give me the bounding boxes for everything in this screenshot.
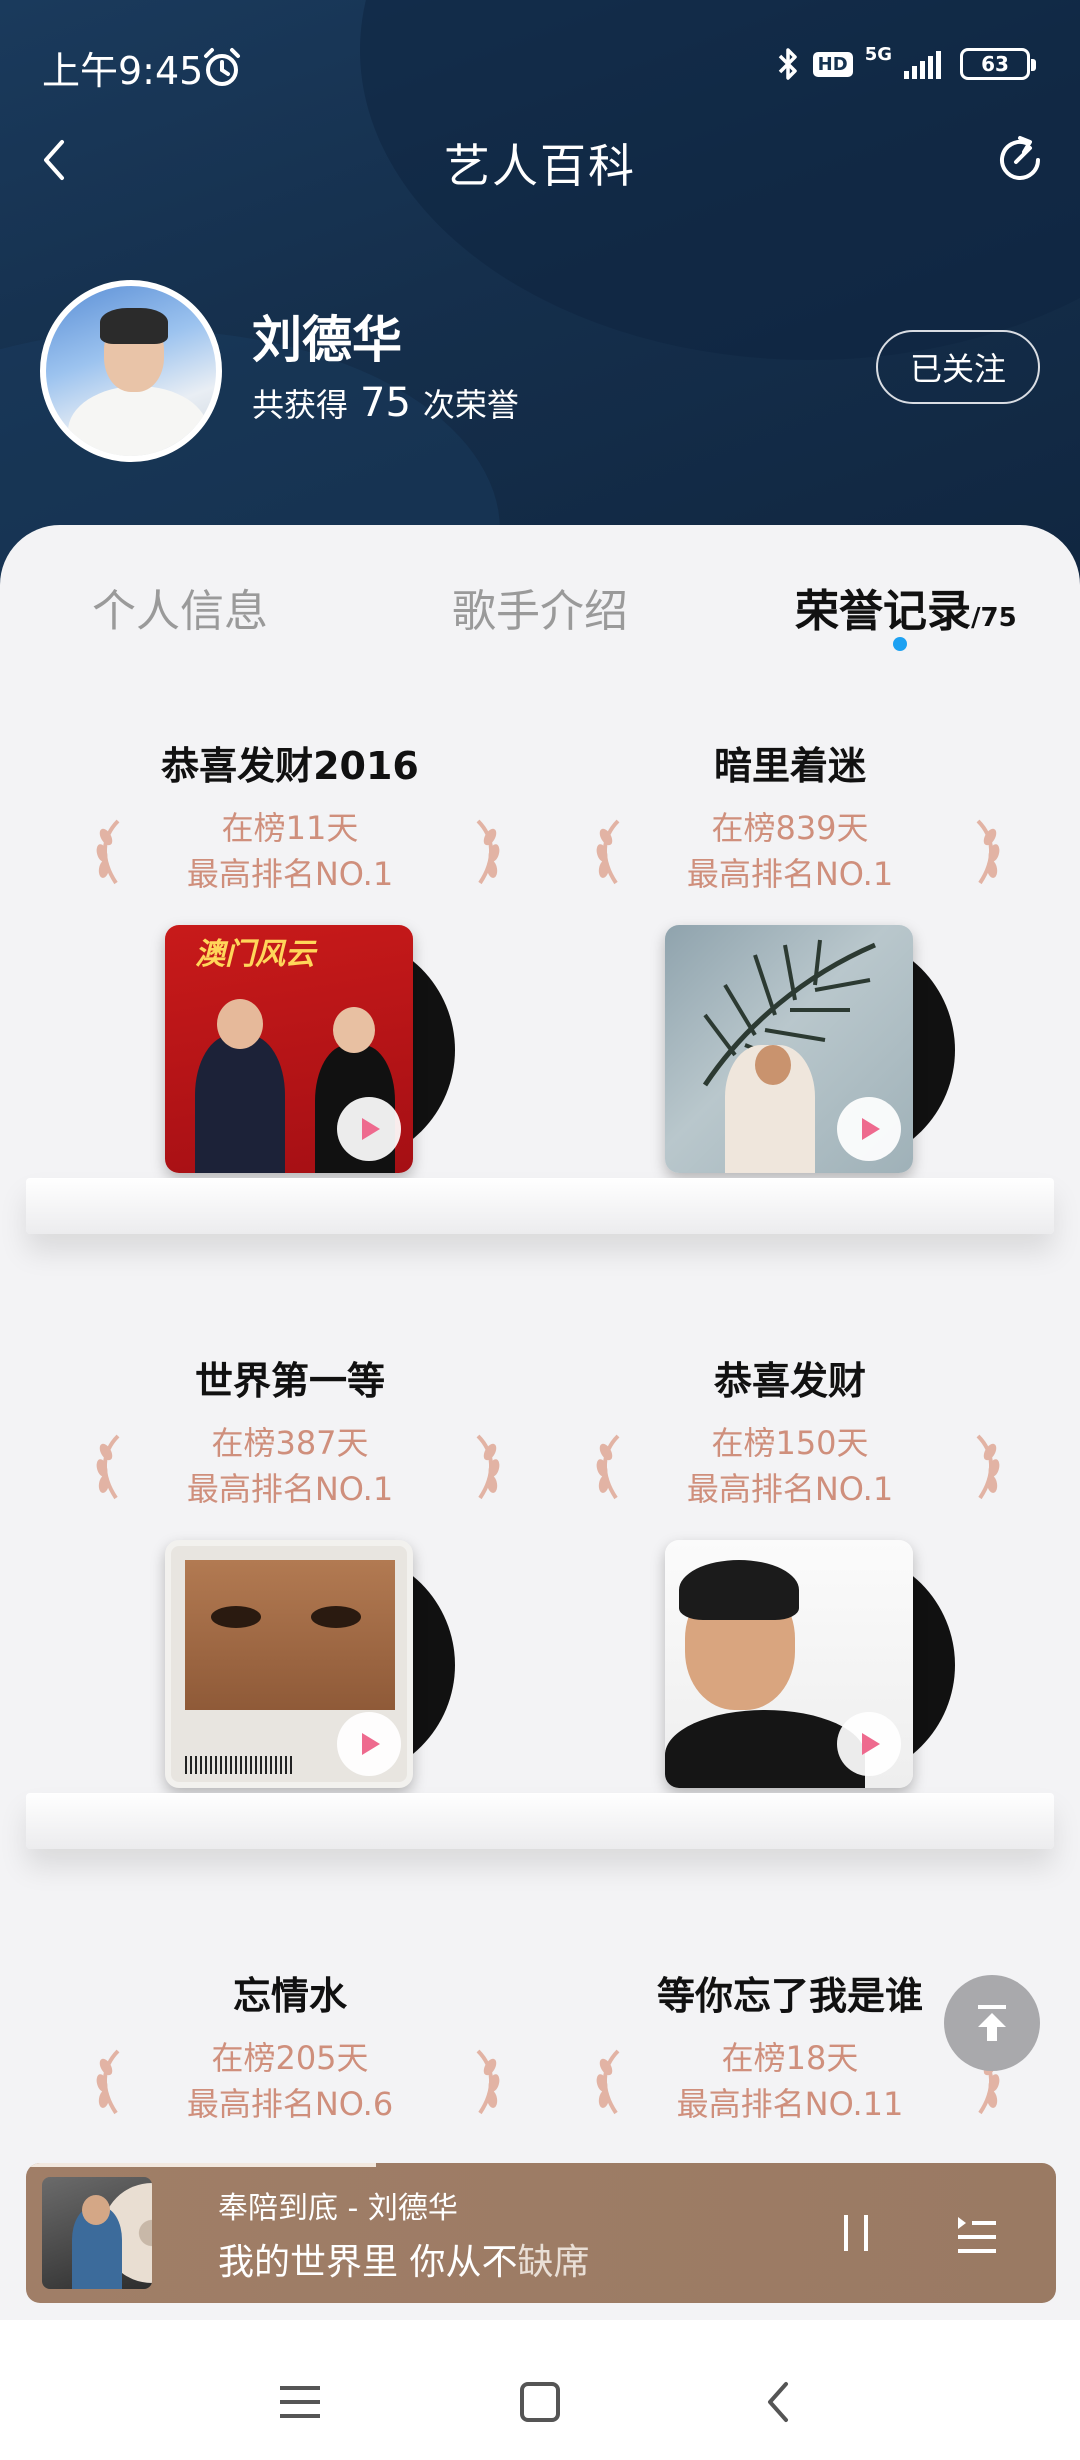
tab-label: 荣誉记录 (795, 586, 971, 637)
song-title: 忘情水 (232, 1974, 347, 2018)
days-on-chart: 在榜387天 (211, 1424, 369, 1462)
honor-stats: 在榜150天 最高排名NO.1 (540, 1420, 1040, 1512)
song-title: 世界第一等 (194, 1359, 385, 1403)
tab-personal-info[interactable]: 个人信息 (92, 575, 268, 639)
shelf (26, 1793, 1054, 1849)
lyric-dim: 缺席 (517, 2242, 590, 2283)
tab-honor-records[interactable]: 荣誉记录/75 (795, 575, 1017, 639)
tab-label: 歌手介绍 (452, 586, 628, 637)
status-indicators: HD 5G 63 (775, 44, 1036, 84)
laurel-icon (476, 1434, 500, 1500)
honor-stats: 在榜205天 最高排名NO.6 (40, 2035, 540, 2127)
now-playing-title: 奉陪到底 - 刘德华 (218, 2191, 458, 2226)
artist-profile: 刘德华 共获得 75 次荣誉 已关注 (40, 280, 1040, 462)
honor-item[interactable]: 恭喜发财2016 在榜11天 最高排名NO.1 澳门风云 (40, 735, 540, 1235)
menu-icon[interactable] (270, 2372, 330, 2432)
active-tab-indicator (893, 637, 907, 651)
now-playing-artwork[interactable] (42, 2177, 152, 2289)
follow-button[interactable]: 已关注 (876, 330, 1040, 404)
play-button[interactable] (337, 1712, 401, 1776)
nav-bar: 艺人百科 (0, 120, 1080, 210)
peak-rank: 最高排名NO.1 (686, 1470, 894, 1508)
play-icon (362, 1118, 380, 1140)
play-button[interactable] (837, 1097, 901, 1161)
days-on-chart: 在榜839天 (711, 809, 869, 847)
laurel-icon (976, 1434, 1000, 1500)
play-button[interactable] (337, 1097, 401, 1161)
battery-level: 63 (981, 52, 1009, 76)
days-on-chart: 在榜11天 (221, 809, 359, 847)
laurel-icon (476, 2049, 500, 2115)
back-to-top-icon (978, 2005, 1006, 2041)
play-icon (862, 1118, 880, 1140)
cover-art-text: 澳门风云 (195, 937, 315, 972)
alarm-icon (204, 48, 240, 86)
lyric-main: 我的世界里 你从不 (218, 2242, 518, 2283)
playlist-icon[interactable] (944, 2203, 1004, 2263)
shelf (26, 1178, 1054, 1234)
system-navigation-bar (0, 2320, 1080, 2460)
artist-avatar[interactable] (40, 280, 222, 462)
days-on-chart: 在榜150天 (711, 1424, 869, 1462)
honor-suffix: 次荣誉 (422, 386, 519, 424)
album-cover-wrap[interactable] (665, 925, 955, 1175)
honor-stats: 在榜387天 最高排名NO.1 (40, 1420, 540, 1512)
album-cover-wrap[interactable] (665, 1540, 955, 1790)
tab-count: /75 (971, 603, 1017, 633)
signal-icon (904, 51, 941, 79)
back-to-top-button[interactable] (944, 1975, 1040, 2071)
song-title: 恭喜发财 (713, 1359, 866, 1403)
days-on-chart: 在榜205天 (211, 2039, 369, 2077)
honor-item[interactable]: 世界第一等 在榜387天 最高排名NO.1 (40, 1350, 540, 1850)
peak-rank: 最高排名NO.1 (186, 855, 394, 893)
page-title: 艺人百科 (444, 139, 636, 193)
peak-rank: 最高排名NO.6 (186, 2085, 394, 2123)
peak-rank: 最高排名NO.1 (686, 855, 894, 893)
honor-summary: 共获得 75 次荣誉 (252, 380, 519, 426)
artist-name: 刘德华 (252, 311, 402, 369)
album-cover-wrap[interactable]: 澳门风云 (165, 925, 455, 1175)
play-icon (862, 1733, 880, 1755)
peak-rank: 最高排名NO.1 (186, 1470, 394, 1508)
now-playing-lyric: 我的世界里 你从不缺席 (218, 2233, 589, 2285)
tab-label: 个人信息 (92, 586, 268, 637)
status-bar: 上午9:45 HD 5G 63 (0, 0, 1080, 130)
header: 上午9:45 HD 5G 63 艺人百科 刘德华 共获得 75 次荣誉 已关注 (0, 0, 1080, 600)
honor-item[interactable]: 暗里着迷 在榜839天 最高排名NO.1 (540, 735, 1040, 1235)
mini-player[interactable]: 奉陪到底 - 刘德华 我的世界里 你从不缺席 (26, 2163, 1056, 2303)
playback-progress (26, 2163, 377, 2167)
honor-count: 75 (360, 380, 411, 426)
honor-stats: 在榜839天 最高排名NO.1 (540, 805, 1040, 897)
play-icon (362, 1733, 380, 1755)
hd-badge: HD (812, 51, 853, 77)
song-title: 暗里着迷 (713, 744, 866, 788)
system-back-icon[interactable] (750, 2372, 810, 2432)
share-icon[interactable] (990, 130, 1050, 190)
laurel-icon (976, 819, 1000, 885)
tab-bar: 个人信息 歌手介绍 荣誉记录/75 (0, 525, 1080, 655)
home-icon[interactable] (510, 2372, 570, 2432)
tab-singer-intro[interactable]: 歌手介绍 (452, 575, 628, 639)
song-title: 恭喜发财2016 (161, 744, 419, 788)
bluetooth-icon (778, 48, 797, 80)
battery-indicator: 63 (960, 48, 1036, 80)
laurel-icon (476, 819, 500, 885)
pause-icon[interactable] (826, 2203, 886, 2263)
play-button[interactable] (837, 1712, 901, 1776)
honor-prefix: 共获得 (252, 386, 349, 424)
status-time: 上午9:45 (42, 49, 204, 93)
peak-rank: 最高排名NO.11 (676, 2085, 904, 2123)
album-cover-wrap[interactable] (165, 1540, 455, 1790)
network-label: 5G (864, 44, 892, 65)
honor-item[interactable]: 忘情水 在榜205天 最高排名NO.6 (40, 1965, 540, 2135)
honor-item[interactable]: 恭喜发财 在榜150天 最高排名NO.1 (540, 1350, 1040, 1850)
honor-stats: 在榜11天 最高排名NO.1 (40, 805, 540, 897)
